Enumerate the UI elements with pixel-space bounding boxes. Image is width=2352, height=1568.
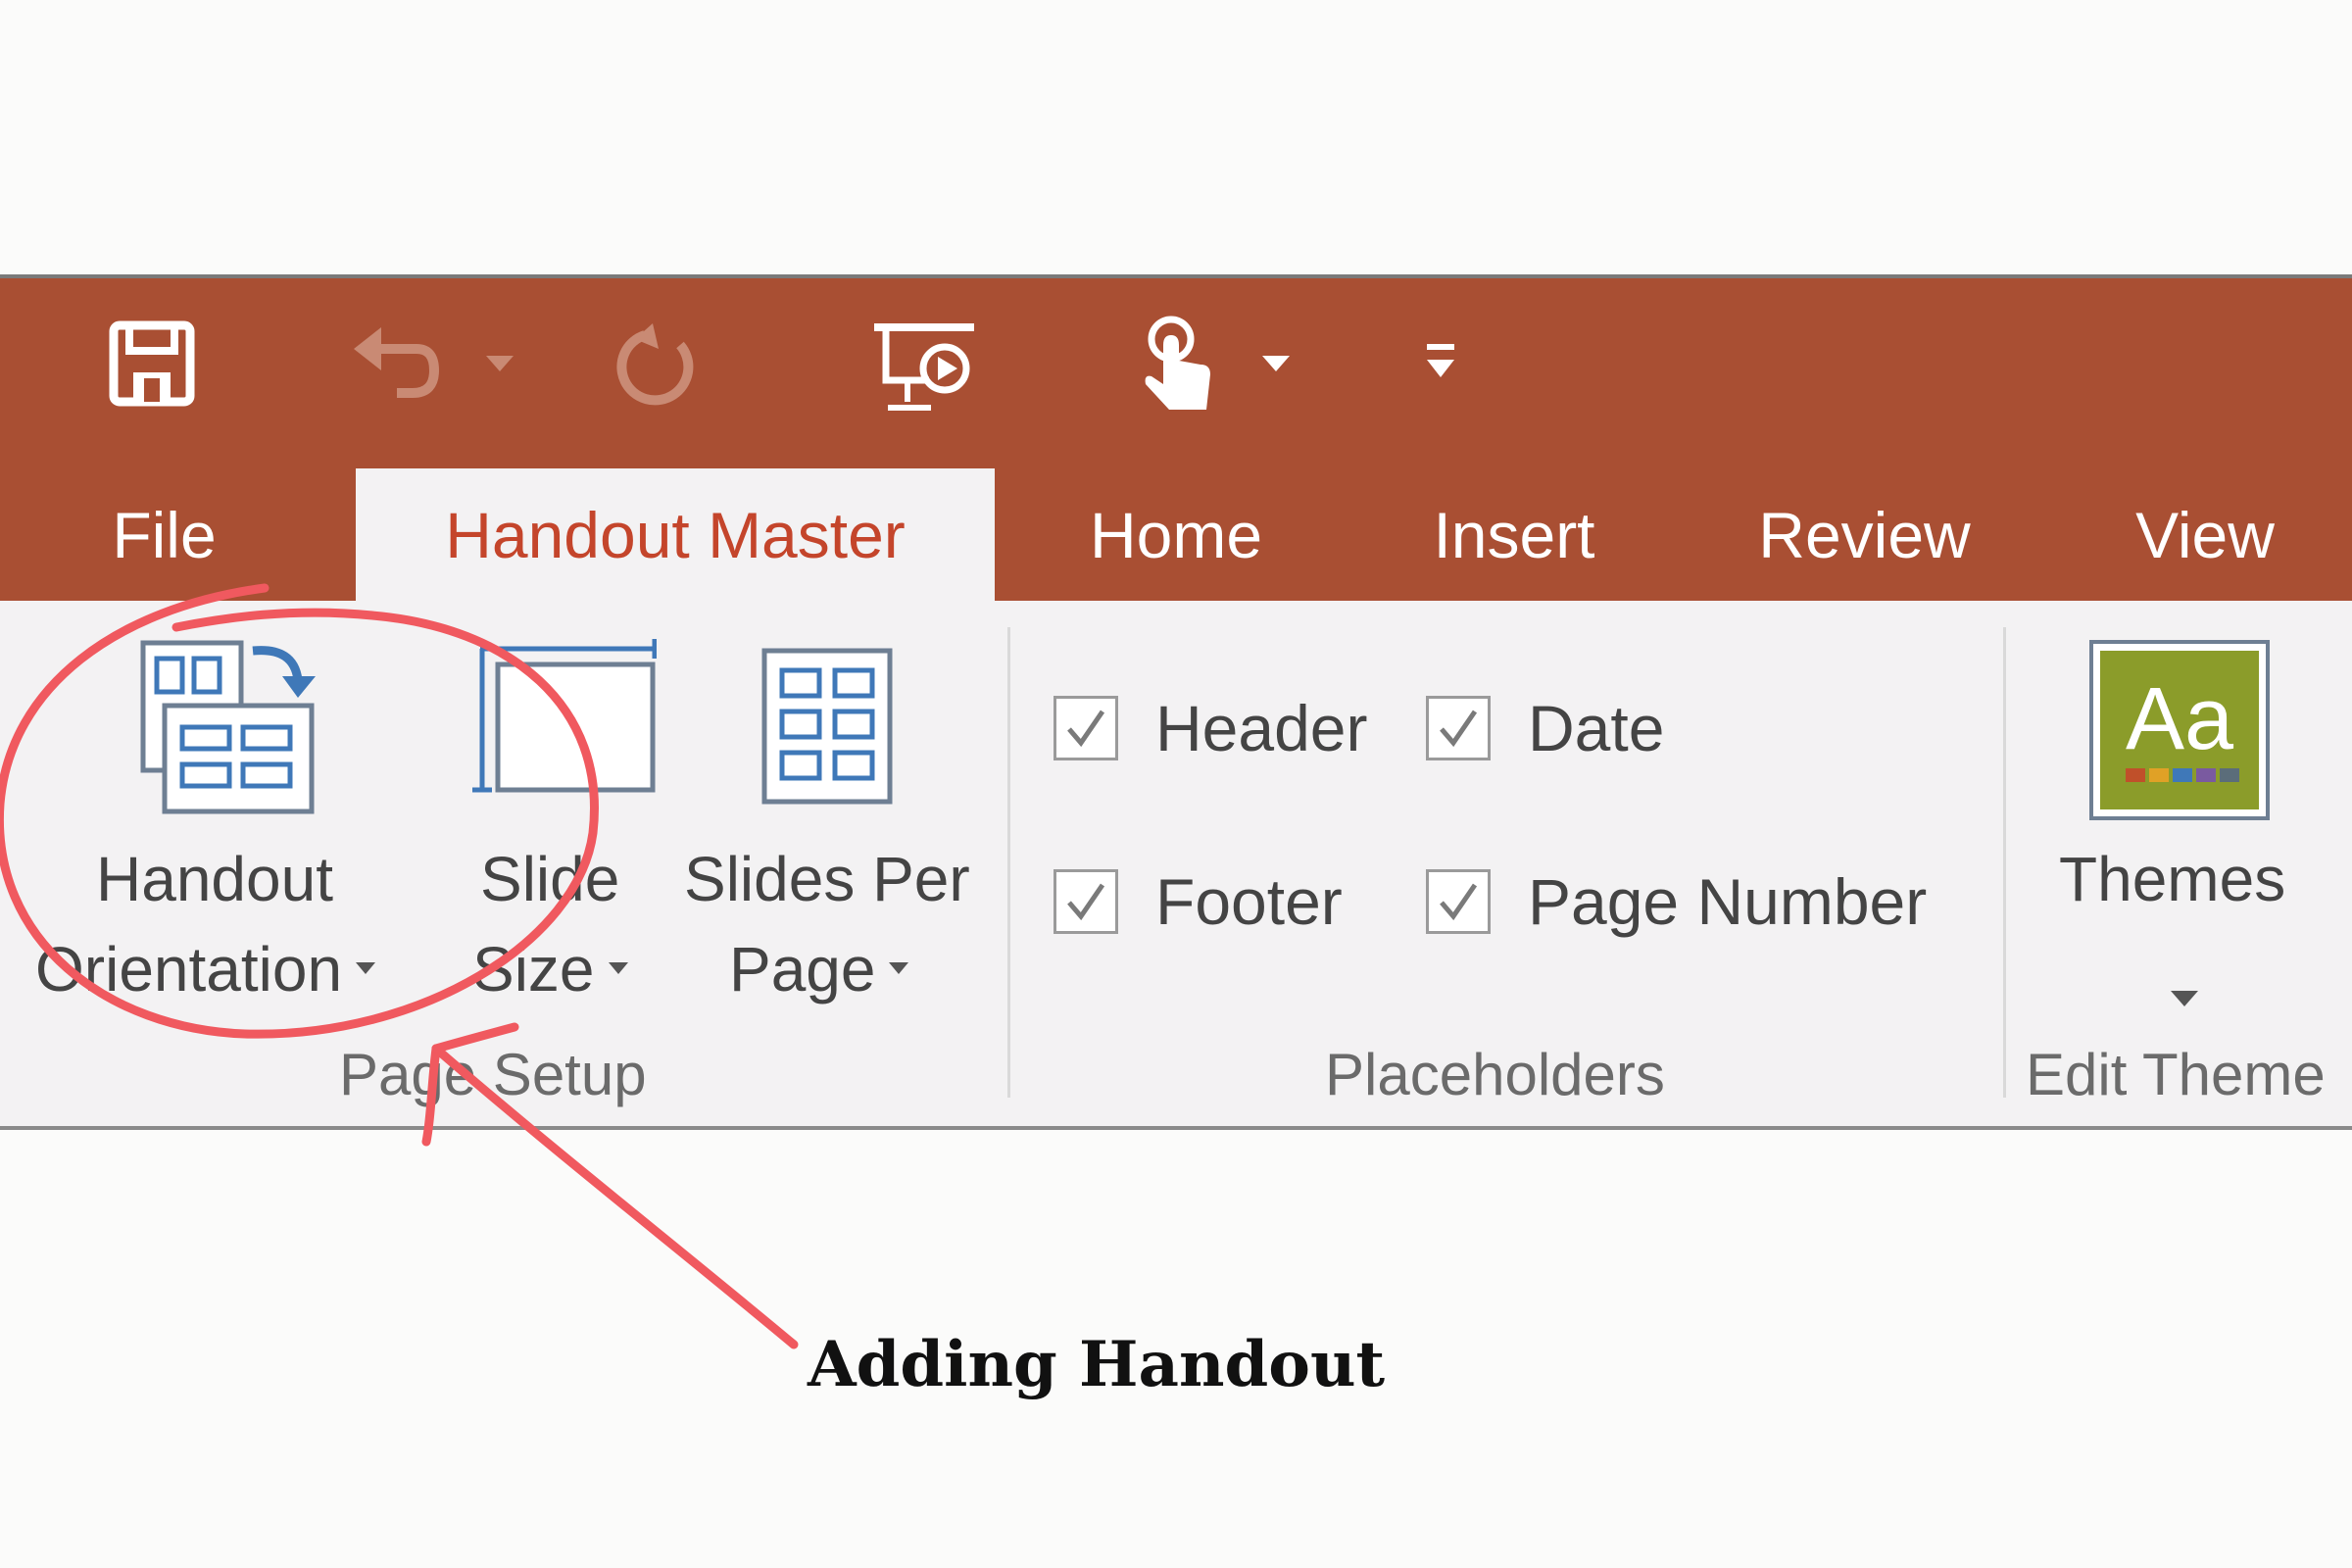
chevron-down-icon	[356, 962, 376, 975]
undo-icon[interactable]	[348, 319, 441, 408]
slide-size-label-2-text: Size	[472, 934, 595, 1004]
checkbox-box	[1426, 869, 1491, 934]
slides-per-page-button[interactable]: Slides Per Page	[674, 627, 978, 1019]
annotation-label: Adding Handout	[808, 1328, 1386, 1401]
date-checkbox[interactable]: Date	[1426, 691, 1664, 765]
checkmark-icon	[1067, 710, 1105, 748]
edit-theme-group-label: Edit Theme	[2026, 1042, 2326, 1107]
date-checkbox-label: Date	[1528, 692, 1665, 764]
tab-review-label: Review	[1758, 498, 1971, 571]
themes-button[interactable]: Aa Themes	[2034, 627, 2328, 1006]
slides-per-page-label-1: Slides Per	[684, 844, 970, 914]
checkbox-box	[1054, 696, 1118, 760]
undo-dropdown-icon[interactable]	[480, 348, 519, 377]
tab-review[interactable]: Review	[1740, 468, 1989, 601]
themes-icon-text: Aa	[2126, 670, 2234, 768]
handout-orientation-label-2: Orientation	[35, 923, 376, 1015]
redo-icon[interactable]	[615, 319, 704, 408]
checkbox-box	[1426, 696, 1491, 760]
handout-orientation-label-1: Handout	[96, 844, 333, 914]
checkbox-box	[1054, 869, 1118, 934]
slide-size-button[interactable]: Slide Size	[451, 627, 662, 1019]
themes-label: Themes	[2059, 844, 2286, 914]
tab-file[interactable]: File	[83, 468, 245, 601]
tab-insert-label: Insert	[1433, 498, 1595, 571]
handout-orientation-label-2-text: Orientation	[35, 934, 343, 1004]
placeholders-group-label: Placeholders	[1325, 1042, 1665, 1107]
tab-home-label: Home	[1089, 498, 1263, 571]
tab-home[interactable]: Home	[1058, 468, 1294, 601]
tab-insert[interactable]: Insert	[1401, 468, 1627, 601]
checkmark-icon	[1440, 710, 1478, 748]
checkmark-icon	[1067, 883, 1105, 921]
touch-mode-icon[interactable]	[1142, 316, 1220, 414]
powerpoint-ribbon-screenshot: File Handout Master Home Insert Review V…	[0, 0, 2352, 1568]
slide-size-label-2: Size	[472, 923, 628, 1015]
presentation-icon[interactable]	[870, 319, 978, 417]
touch-dropdown-icon[interactable]	[1256, 348, 1296, 377]
tab-handout-master-label: Handout Master	[445, 498, 906, 571]
handout-orientation-button[interactable]: Handout Orientation	[20, 627, 431, 1019]
slide-size-label-1: Slide	[480, 844, 620, 914]
handout-orientation-icon	[137, 637, 323, 848]
slides-per-page-label-2: Page	[729, 923, 909, 1015]
tab-file-label: File	[112, 498, 217, 571]
group-divider	[1007, 627, 1010, 1098]
slides-per-page-icon	[760, 647, 894, 830]
footer-checkbox-label: Footer	[1155, 865, 1343, 938]
tab-view[interactable]: View	[2107, 468, 2303, 601]
save-icon[interactable]	[108, 319, 196, 408]
chevron-down-icon	[2167, 943, 2202, 1035]
tab-view-label: View	[2135, 498, 2275, 571]
checkmark-icon	[1440, 883, 1478, 921]
page-number-checkbox-label: Page Number	[1528, 865, 1928, 938]
chevron-down-icon	[889, 962, 909, 975]
chevron-down-icon	[608, 962, 628, 975]
tab-handout-master[interactable]: Handout Master	[356, 468, 995, 601]
header-checkbox[interactable]: Header	[1054, 691, 1367, 765]
slides-per-page-label-2-text: Page	[729, 934, 876, 1004]
header-checkbox-label: Header	[1155, 692, 1368, 764]
page-setup-group-label: Page Setup	[339, 1042, 647, 1107]
themes-icon: Aa	[2088, 639, 2271, 846]
footer-checkbox[interactable]: Footer	[1054, 864, 1343, 939]
customize-toolbar-icon[interactable]	[1421, 338, 1460, 387]
page-number-checkbox[interactable]: Page Number	[1426, 864, 1927, 939]
group-divider	[2003, 627, 2006, 1098]
slide-size-icon	[461, 635, 658, 826]
